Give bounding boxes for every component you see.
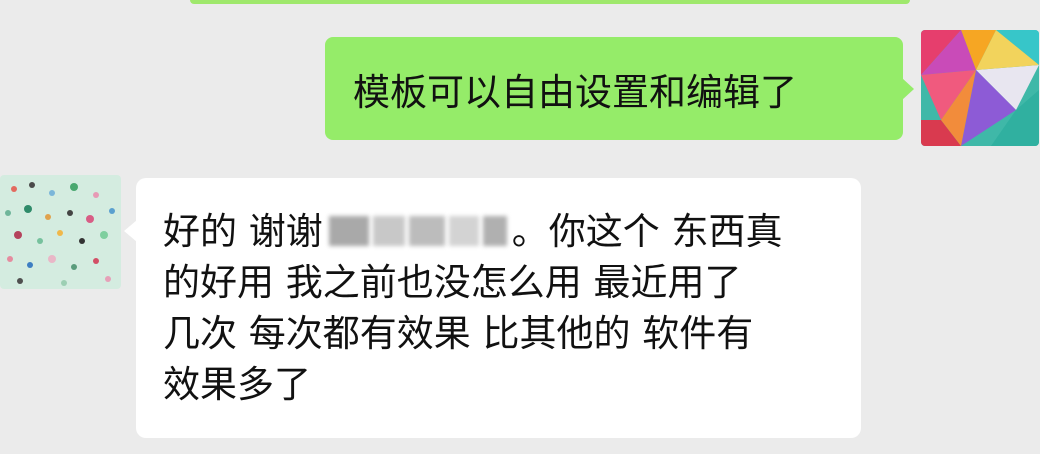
incoming-message-line: 效果多了 <box>163 363 311 406</box>
outgoing-message-text: 模板可以自由设置和编辑了 <box>353 70 797 114</box>
incoming-text-before-redaction: 好的 谢谢 <box>163 210 323 253</box>
incoming-text-after-redaction: 。你这个 东西真 <box>511 210 783 253</box>
geometric-avatar-image <box>921 30 1039 146</box>
incoming-message-line: 几次 每次都有效果 比其他的 软件有 <box>163 312 754 355</box>
previous-message-edge <box>190 0 910 4</box>
incoming-message-line: 的好用 我之前也没怎么用 最近用了 <box>163 261 742 304</box>
contact-avatar[interactable] <box>0 175 121 289</box>
polka-dot-avatar-image <box>0 175 121 289</box>
redacted-name-mosaic <box>325 210 510 250</box>
incoming-message-bubble[interactable]: 好的 谢谢 。你这个 东西真 的好用 我之前也没怎么用 最近用了 几次 每次都有效… <box>136 178 861 438</box>
incoming-message-line: 好的 谢谢 。你这个 东西真 <box>163 206 835 257</box>
self-avatar[interactable] <box>921 30 1039 146</box>
outgoing-message-bubble[interactable]: 模板可以自由设置和编辑了 <box>325 37 903 140</box>
outgoing-bubble-tail <box>902 78 914 100</box>
